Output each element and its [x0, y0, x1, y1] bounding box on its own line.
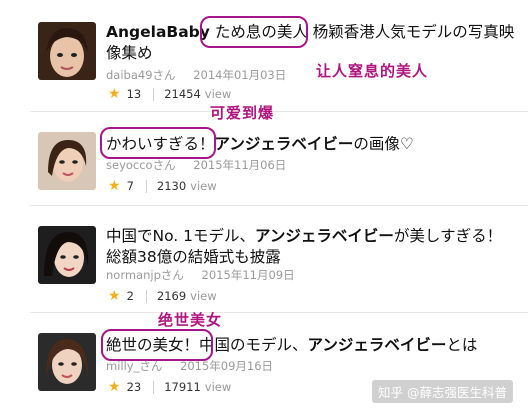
list-item[interactable]: かわいすぎる！アンジェラベイビーの画像♡ seyoccoさん 2015年11月0…	[0, 112, 528, 212]
item-date: 2015年11月09日	[201, 268, 295, 282]
item-stats: ★ 2 2169 view	[108, 288, 217, 304]
star-count: 2	[126, 289, 134, 303]
avatar[interactable]	[38, 226, 96, 284]
divider	[153, 87, 155, 101]
item-title[interactable]: AngelaBaby ため息の美人 杨颖香港人気モデルの写真映像集め	[106, 22, 516, 64]
view-count: 2169	[156, 289, 187, 303]
view-label: view	[204, 380, 232, 394]
star-count: 7	[126, 179, 134, 193]
view-label: view	[204, 87, 232, 101]
avatar[interactable]	[38, 333, 96, 391]
divider	[145, 289, 147, 303]
item-stats: ★ 23 17911 view	[108, 379, 231, 395]
view-count: 17911	[164, 380, 201, 394]
item-title[interactable]: かわいすぎる！アンジェラベイビーの画像♡	[106, 134, 516, 155]
avatar[interactable]	[38, 132, 96, 190]
view-label: view	[190, 289, 217, 303]
divider	[145, 179, 147, 193]
star-icon: ★	[108, 178, 121, 194]
view-label: view	[190, 179, 217, 193]
author-link[interactable]: normanjpさん	[106, 268, 184, 282]
author-link[interactable]: seyoccoさん	[106, 158, 176, 172]
list-item[interactable]: 中国でNo. 1モデル、アンジェラベイビーが美しすぎる！ 総額38億の結婚式も披…	[0, 206, 528, 306]
annotation-text: 让人窒息的美人	[316, 62, 429, 80]
star-count: 23	[126, 380, 142, 394]
divider	[153, 380, 155, 394]
avatar[interactable]	[38, 22, 96, 80]
item-stats: ★ 13 21454 view	[108, 86, 231, 102]
author-link[interactable]: milly_さん	[106, 359, 162, 373]
view-count: 21454	[164, 87, 201, 101]
list-item[interactable]: AngelaBaby ため息の美人 杨颖香港人気モデルの写真映像集め daiba…	[0, 0, 528, 110]
star-count: 13	[126, 87, 142, 101]
item-meta: daiba49さん 2014年01月03日	[106, 67, 286, 83]
star-icon: ★	[108, 86, 121, 102]
item-meta: milly_さん 2015年09月16日	[106, 358, 273, 374]
view-count: 2130	[156, 179, 187, 193]
item-stats: ★ 7 2130 view	[108, 178, 217, 194]
item-date: 2015年09月16日	[180, 359, 274, 373]
watermark: 知乎 @薛志强医生科普	[372, 380, 513, 403]
item-date: 2014年01月03日	[193, 68, 287, 82]
item-meta: normanjpさん 2015年11月09日	[106, 267, 295, 283]
author-link[interactable]: daiba49さん	[106, 68, 176, 82]
item-title[interactable]: 中国でNo. 1モデル、アンジェラベイビーが美しすぎる！ 総額38億の結婚式も披…	[106, 226, 516, 268]
item-meta: seyoccoさん 2015年11月06日	[106, 157, 286, 173]
item-title[interactable]: 絶世の美女！中国のモデル、アンジェラベイビーとは	[106, 335, 516, 356]
star-icon: ★	[108, 379, 121, 395]
item-date: 2015年11月06日	[193, 158, 287, 172]
star-icon: ★	[108, 288, 121, 304]
